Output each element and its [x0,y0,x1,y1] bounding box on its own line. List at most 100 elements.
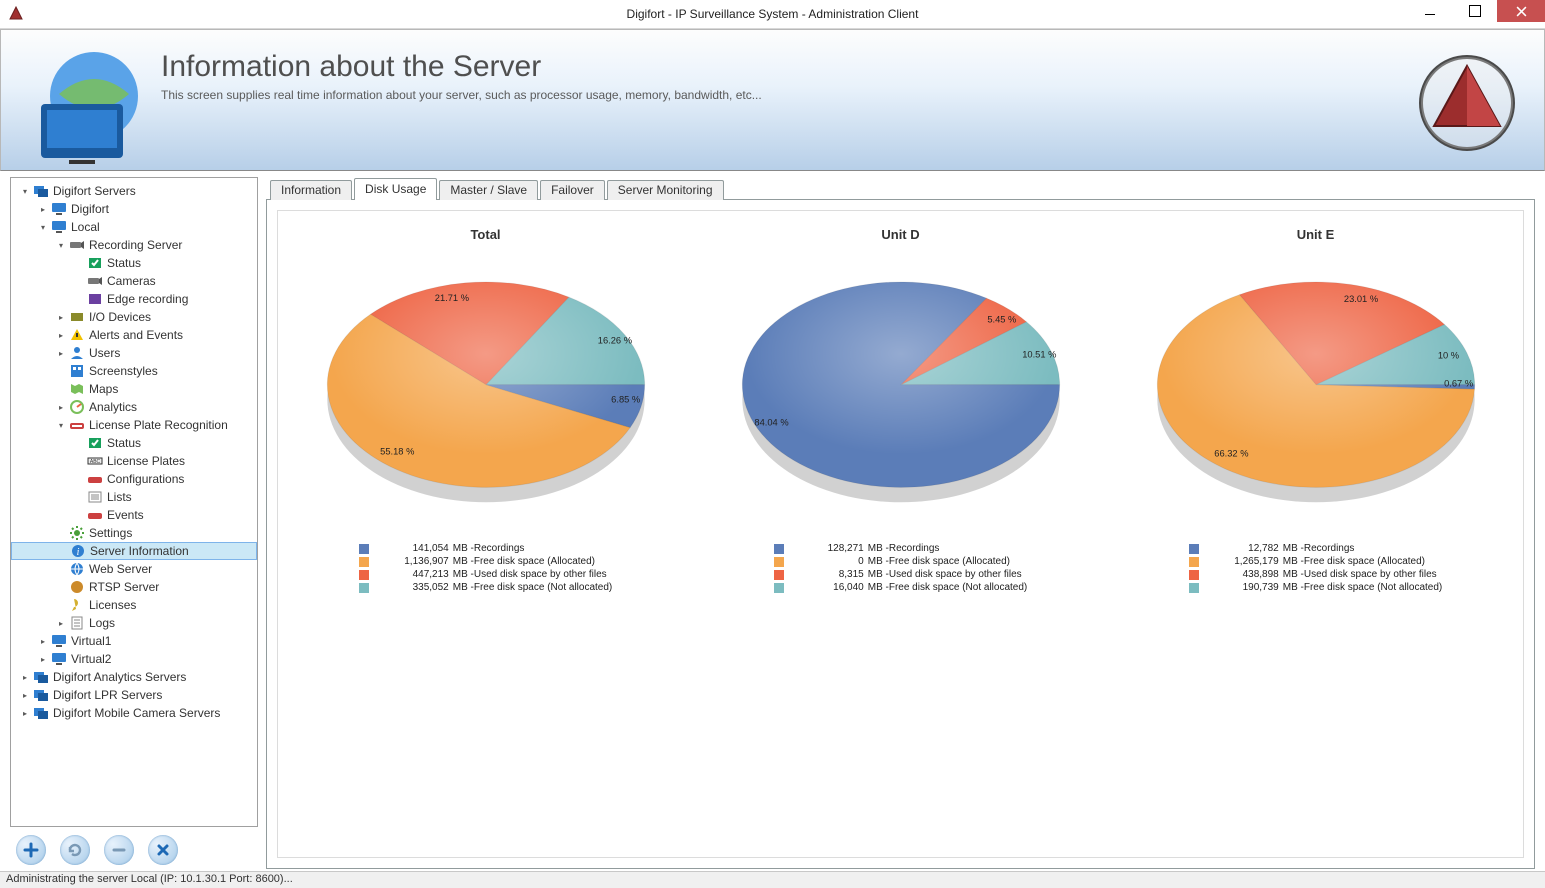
tab-server-monitoring[interactable]: Server Monitoring [607,180,724,200]
chart-column: Total16.26 %21.71 %55.18 %6.85 %141,054 … [278,211,693,857]
tree-item-label: Web Server [89,562,152,576]
tree-item[interactable]: ▸Digifort Mobile Camera Servers [11,704,257,722]
delete-button[interactable] [148,835,178,865]
tree-item[interactable]: ▾Recording Server [11,236,257,254]
tree-item-label: I/O Devices [89,310,151,324]
legend-label: Used disk space by other files [474,568,607,581]
tree-item[interactable]: ▸Digifort [11,200,257,218]
tree-twisty-icon[interactable]: ▾ [55,421,67,430]
minimize-button[interactable] [1407,0,1452,22]
tree-item-label: Maps [89,382,118,396]
svg-text:i: i [77,547,80,558]
tree-item[interactable]: ▸Digifort Analytics Servers [11,668,257,686]
remove-button[interactable] [104,835,134,865]
tree-item[interactable]: ABCLicense Plates [11,452,257,470]
sidebar: ▾Digifort Servers▸Digifort▾Local▾Recordi… [10,177,258,869]
tree-item-label: Licenses [89,598,136,612]
tree-item[interactable]: Screenstyles [11,362,257,380]
tree-item-label: Users [89,346,120,360]
settings-icon [69,525,85,541]
tree-twisty-icon[interactable]: ▸ [19,673,31,682]
tree-item[interactable]: ▸Virtual1 [11,632,257,650]
tree-twisty-icon[interactable]: ▸ [55,619,67,628]
legend-label: Free disk space (Not allocated) [474,581,612,594]
camera-icon [69,237,85,253]
tree-twisty-icon[interactable]: ▸ [55,403,67,412]
monitor-icon [51,651,67,667]
tree-item[interactable]: Settings [11,524,257,542]
chart-title: Unit D [881,227,919,242]
tree-item[interactable]: ▸Virtual2 [11,650,257,668]
legend-row: 1,136,907 MB - Free disk space (Allocate… [359,555,613,568]
tab-master-slave[interactable]: Master / Slave [439,180,538,200]
tree-item[interactable]: Configurations [11,470,257,488]
tree-item[interactable]: Status [11,254,257,272]
pie-slice-label: 66.32 % [1214,448,1248,458]
tree-item[interactable]: iServer Information [11,542,257,560]
tree-item-label: Analytics [89,400,137,414]
legend-row: 16,040 MB - Free disk space (Not allocat… [774,581,1028,594]
tree-item[interactable]: ▾Digifort Servers [11,182,257,200]
tree-item[interactable]: ▾ License Plate Recognition [11,416,257,434]
legend-swatch [774,570,784,580]
legend-unit: MB - [453,542,474,555]
tree-item[interactable]: ▸ Users [11,344,257,362]
tree-item[interactable]: Licenses [11,596,257,614]
tree-item-label: License Plates [107,454,185,468]
tree-twisty-icon[interactable]: ▸ [19,691,31,700]
tree-twisty-icon[interactable]: ▾ [55,241,67,250]
legend-swatch [359,570,369,580]
tree-item-label: License Plate Recognition [89,418,228,432]
tree-item[interactable]: Edge recording [11,290,257,308]
legend-row: 1,265,179 MB - Free disk space (Allocate… [1189,555,1443,568]
legend-row: 438,898 MB - Used disk space by other fi… [1189,568,1443,581]
tree-twisty-icon[interactable]: ▸ [55,331,67,340]
tree-twisty-icon[interactable]: ▸ [55,349,67,358]
tab-information[interactable]: Information [270,180,352,200]
tree-twisty-icon[interactable]: ▸ [37,655,49,664]
tree-item[interactable]: ▸ I/O Devices [11,308,257,326]
tree-item[interactable]: Maps [11,380,257,398]
tree-item[interactable]: Events [11,506,257,524]
legend-unit: MB - [1283,581,1304,594]
tree-item[interactable]: Lists [11,488,257,506]
tree-twisty-icon[interactable]: ▾ [37,223,49,232]
tree-item[interactable]: Cameras [11,272,257,290]
add-button[interactable] [16,835,46,865]
tree-item-label: Digifort LPR Servers [53,688,162,702]
pie-chart: 10.51 %5.45 %84.04 % [721,254,1081,534]
chart-legend: 128,271 MB - Recordings0 MB - Free disk … [774,542,1028,594]
legend-row: 12,782 MB - Recordings [1189,542,1443,555]
tree-item[interactable]: Web Server [11,560,257,578]
pie-chart: 16.26 %21.71 %55.18 %6.85 % [306,254,666,534]
nav-tree[interactable]: ▾Digifort Servers▸Digifort▾Local▾Recordi… [10,177,258,827]
maximize-button[interactable] [1452,0,1497,22]
rtsp-icon [69,579,85,595]
tree-item[interactable]: ▸ Analytics [11,398,257,416]
tree-twisty-icon[interactable]: ▸ [19,709,31,718]
tree-twisty-icon[interactable]: ▸ [37,205,49,214]
tree-item[interactable]: ▾Local [11,218,257,236]
legend-label: Used disk space by other files [889,568,1022,581]
map-icon [69,381,85,397]
legend-unit: MB - [453,555,474,568]
tree-twisty-icon[interactable]: ▾ [19,187,31,196]
legend-label: Free disk space (Not allocated) [1304,581,1442,594]
tree-item[interactable]: ▸Logs [11,614,257,632]
tab-disk-usage[interactable]: Disk Usage [354,178,437,200]
tree-item[interactable]: Status [11,434,257,452]
close-button[interactable] [1497,0,1545,22]
legend-swatch [774,583,784,593]
tab-failover[interactable]: Failover [540,180,605,200]
tree-item[interactable]: ▸Alerts and Events [11,326,257,344]
tree-twisty-icon[interactable]: ▸ [37,637,49,646]
tree-item[interactable]: RTSP Server [11,578,257,596]
events-icon [87,507,103,523]
tree-twisty-icon[interactable]: ▸ [55,313,67,322]
tree-item[interactable]: ▸ Digifort LPR Servers [11,686,257,704]
page-subtitle: This screen supplies real time informati… [161,88,1524,102]
legend-unit: MB - [868,542,889,555]
info-icon: i [70,543,86,559]
pie-slice-label: 21.71 % [434,293,468,303]
refresh-button[interactable] [60,835,90,865]
